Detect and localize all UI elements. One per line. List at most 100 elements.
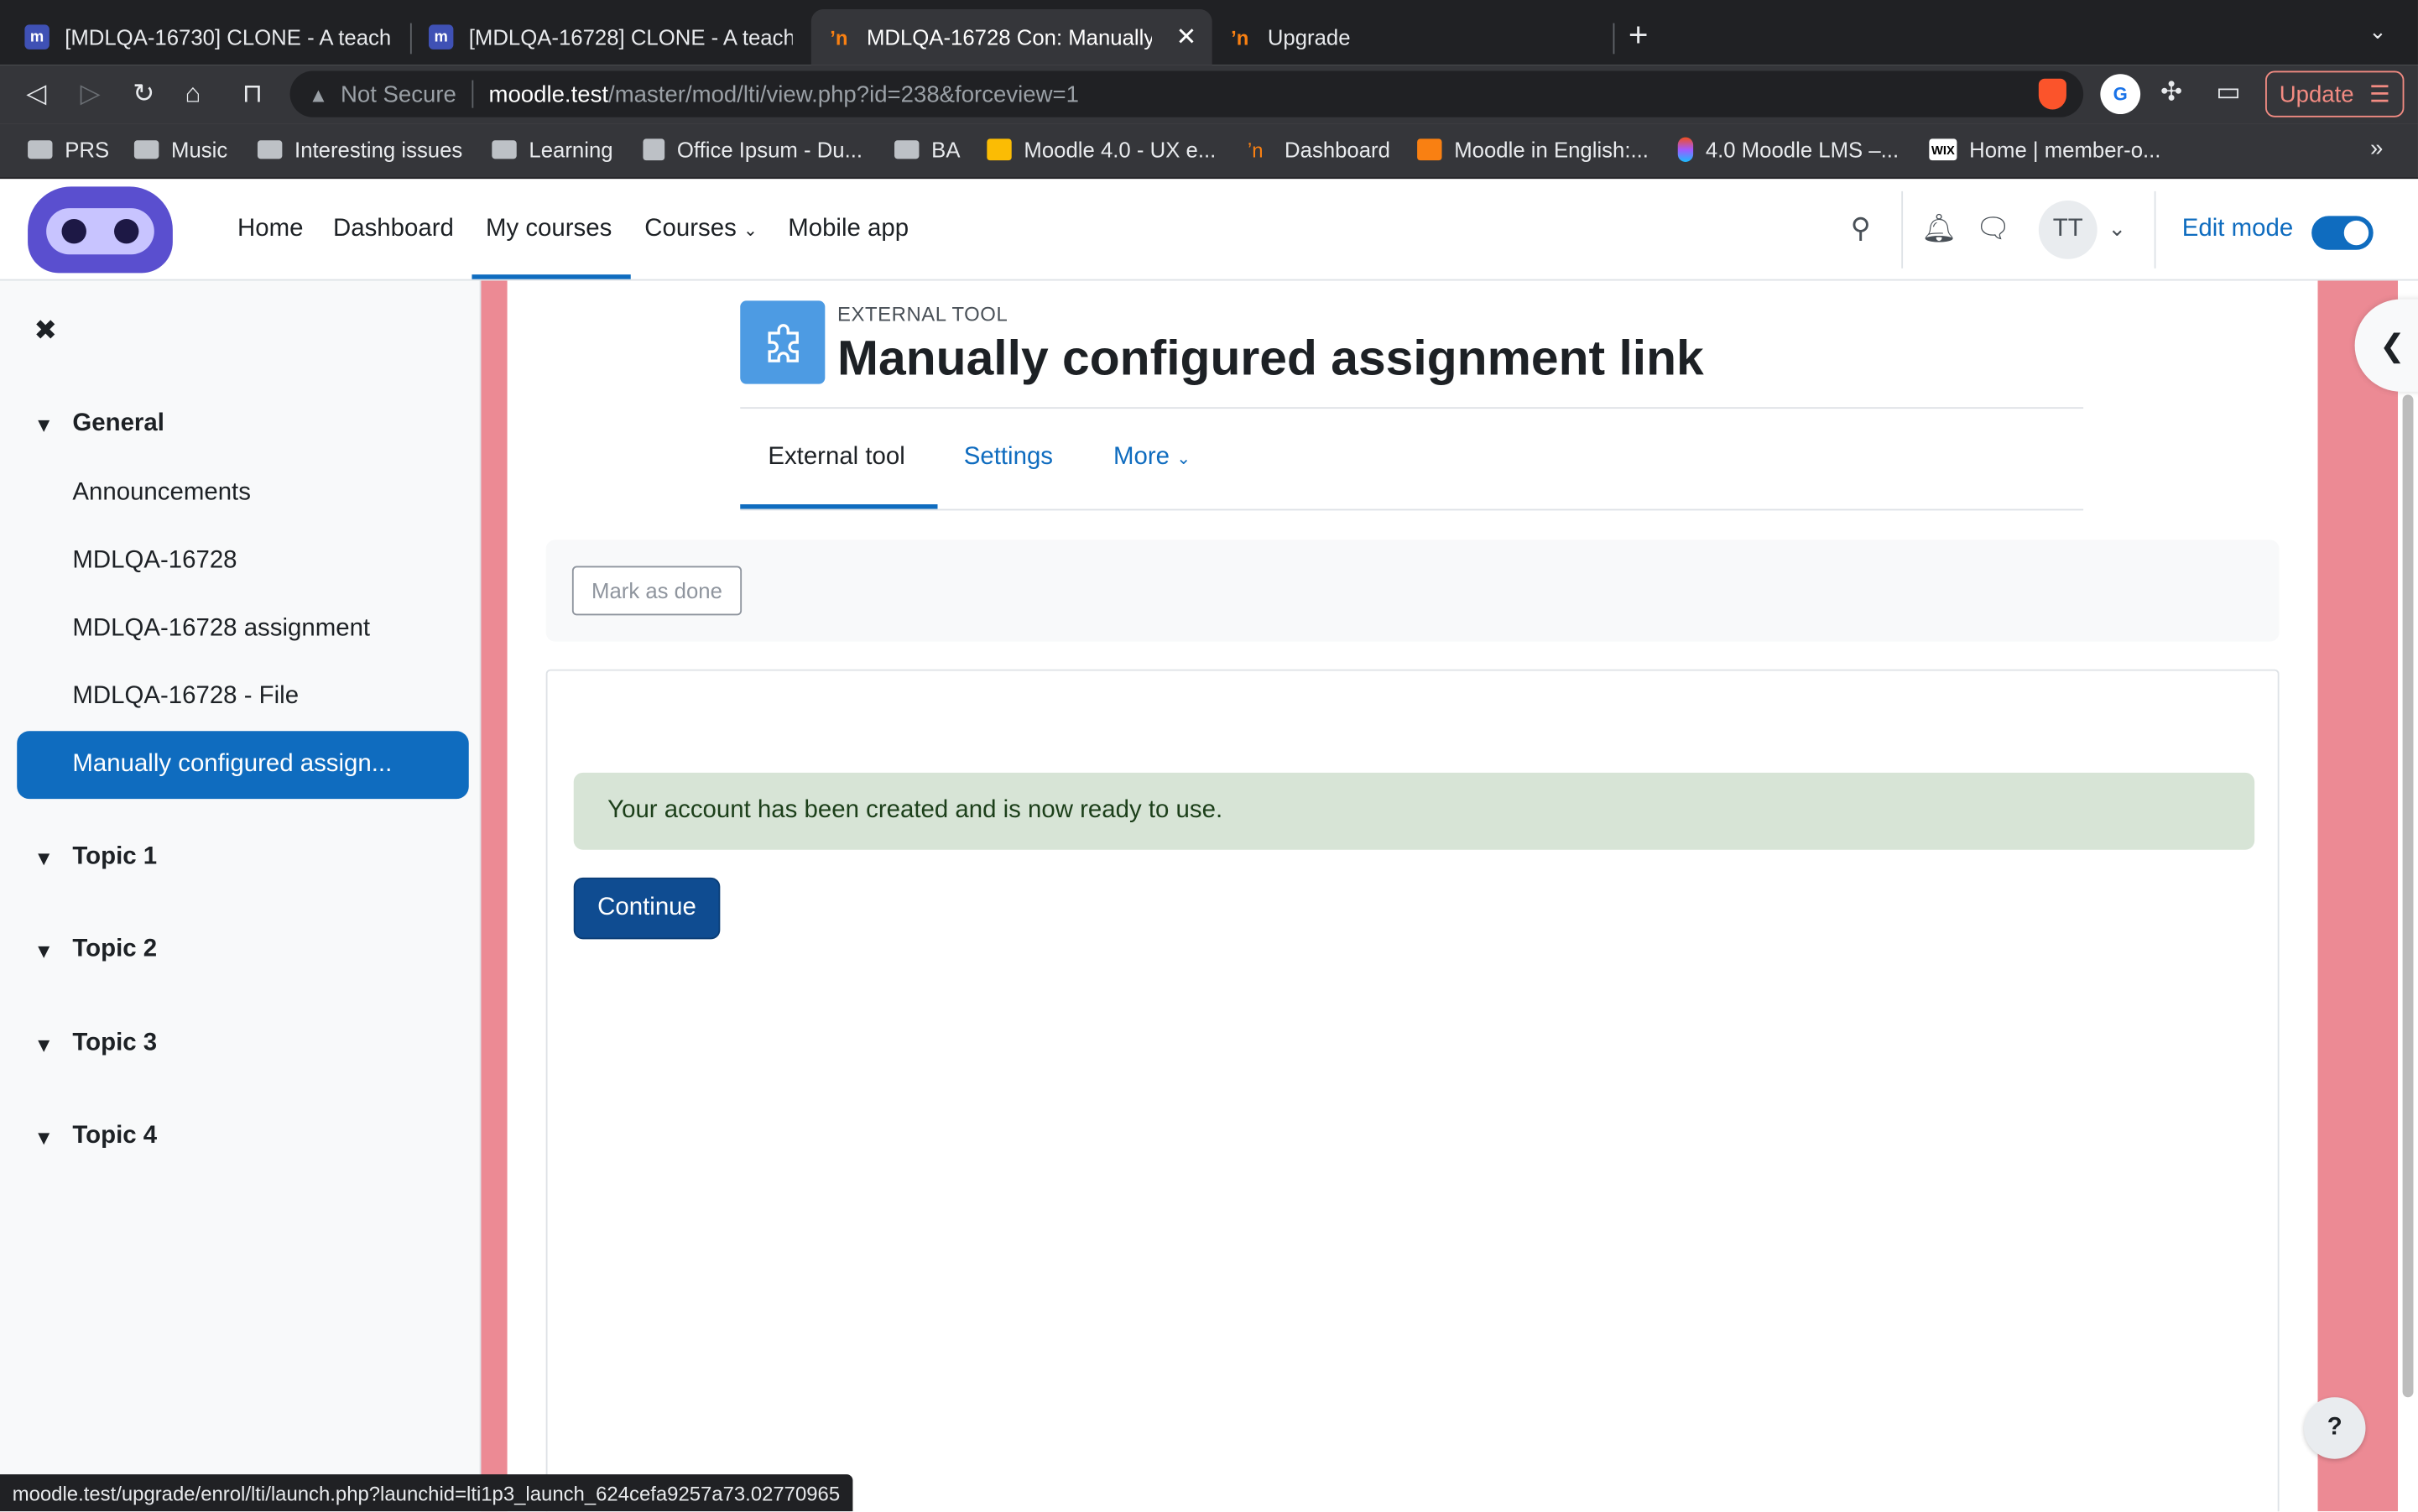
help-button[interactable]: ? [2303,1397,2366,1459]
bookmark-item[interactable]: Office Ipsum - Du... [643,138,862,162]
bookmark-label: Interesting issues [294,137,463,162]
section-title: Topic 1 [72,843,158,870]
browser-tab-active[interactable]: ʼn MDLQA-16728 Con: Manually c ✕ [810,9,1212,65]
mark-as-done-button[interactable]: Mark as done [571,566,743,616]
close-tab-icon[interactable]: ✕ [1164,22,1197,53]
course-index-item[interactable]: MDLQA-16728 assignment [72,615,370,643]
tab-separator [409,23,412,55]
browser-tab[interactable]: m [MDLQA-16730] CLONE - A teacher [9,9,407,65]
chevron-down-icon[interactable]: ▼ [34,938,72,962]
bookmark-item[interactable]: 4.0 Moodle LMS –... [1677,137,1899,162]
tab-title: [MDLQA-16730] CLONE - A teacher [65,24,392,50]
search-icon[interactable]: ⚲ [1851,213,1871,246]
page-icon [643,138,665,161]
logo-face [46,208,154,255]
chevron-down-icon[interactable]: ▼ [34,1033,72,1056]
logo-eye [114,218,139,244]
section-title: Topic 4 [72,1123,158,1150]
bookmark-item[interactable]: WIX Home | member-o... [1929,138,2160,162]
back-icon[interactable]: ◁ [26,79,46,110]
folder-icon [28,140,53,159]
bookmark-label: 4.0 Moodle LMS –... [1705,137,1899,162]
secondary-nav-divider [740,508,2084,511]
new-tab-button[interactable]: + [1629,15,1649,55]
wallet-icon[interactable]: ▭ [2216,77,2241,108]
nav-my-courses[interactable]: My courses [486,216,612,243]
nav-dashboard[interactable]: Dashboard [333,216,454,243]
user-menu-chevron-icon[interactable]: ⌄ [2108,216,2127,242]
bookmark-item[interactable]: Interesting issues [257,137,463,162]
bookmark-item[interactable]: PRS [28,138,109,162]
chevron-down-icon[interactable]: ▼ [34,846,72,869]
section-general[interactable]: ▼ General [34,410,164,438]
tab-title: Upgrade [1267,24,1351,50]
brave-shields-icon[interactable] [2038,78,2066,110]
messages-icon[interactable]: 🗨︎ [1975,213,2010,246]
bookmark-item[interactable]: ʼn Dashboard [1248,138,1390,162]
folder-icon [133,140,159,159]
bookmarks-overflow-icon[interactable]: » [2370,136,2383,162]
forward-icon[interactable]: ▷ [81,79,101,110]
course-index-item[interactable]: MDLQA-16728 - File [72,683,299,711]
logo-eye [61,218,86,244]
course-index-item[interactable]: MDLQA-16728 [72,547,237,575]
browser-tab[interactable]: m [MDLQA-16728] CLONE - A teacher [414,9,809,65]
activity-type-label: EXTERNAL TOOL [837,302,1008,326]
nav-active-indicator [472,274,631,279]
tool-content-box: Your account has been created and is now… [545,669,2280,1512]
bookmark-item[interactable]: Learning [492,138,613,162]
security-label: Not Secure [340,81,456,107]
update-label: Update [2279,81,2354,107]
section-topic-4[interactable]: ▼ Topic 4 [34,1123,157,1150]
notifications-bell-icon[interactable]: 🔔︎ [1921,213,1957,246]
home-icon[interactable]: ⌂ [185,79,201,110]
nav-home[interactable]: Home [237,216,303,243]
section-topic-3[interactable]: ▼ Topic 3 [34,1030,157,1058]
bookmark-icon[interactable]: ⊓ [242,79,263,110]
edit-mode-toggle[interactable] [2311,216,2374,250]
browser-tab[interactable]: ʼn Upgrade [1212,9,1613,65]
nav-courses[interactable]: Courses ⌄ [644,216,758,243]
section-title: Topic 3 [72,1030,158,1057]
bookmark-item[interactable]: Music [133,138,227,162]
chevron-down-icon[interactable]: ▼ [34,413,72,436]
tab-more[interactable]: More ⌄ [1113,444,1191,472]
address-bar[interactable]: ▲ Not Secure moodle.test/master/mod/lti/… [289,70,2084,117]
tab-search-icon[interactable]: ⌄ [2368,18,2387,44]
site-logo[interactable] [28,186,173,274]
nav-mobile-app[interactable]: Mobile app [788,216,909,243]
tab-title: MDLQA-16728 Con: Manually c [866,24,1152,50]
app-viewport: m [MDLQA-16730] CLONE - A teacher m [MDL… [0,0,2418,1512]
translate-extension-icon[interactable]: G [2100,74,2141,115]
main-region: EXTERNAL TOOL Manually configured assign… [507,280,2318,1512]
section-topic-1[interactable]: ▼ Topic 1 [34,843,157,871]
moodle-favicon-icon: ʼn [830,25,848,49]
update-button[interactable]: Update ☰ [2265,70,2405,117]
course-index-drawer: ✖ ▼ General Announcements MDLQA-16728 MD… [0,280,482,1512]
user-avatar[interactable]: TT [2038,200,2098,259]
success-alert: Your account has been created and is now… [573,772,2255,850]
tab-external-tool[interactable]: External tool [768,444,904,472]
continue-button[interactable]: Continue [573,877,721,940]
edit-mode-band-left [481,280,508,1512]
scrollbar-thumb[interactable] [2402,394,2414,1398]
chevron-down-icon[interactable]: ▼ [34,1125,72,1149]
warning-icon: ▲ [308,82,329,106]
tab-title: [MDLQA-16728] CLONE - A teacher [468,24,793,50]
section-topic-2[interactable]: ▼ Topic 2 [34,936,157,964]
bookmark-item[interactable]: Moodle 4.0 - UX e... [987,138,1216,162]
page-scrollbar[interactable] [2398,280,2418,1512]
bookmark-item[interactable]: BA [894,138,960,162]
bookmark-label: Moodle in English:... [1454,137,1649,162]
browser-toolbar: ◁ ▷ ↻ ⌂ ⊓ ▲ Not Secure moodle.test/maste… [0,65,2418,124]
bookmark-item[interactable]: Moodle in English:... [1417,138,1649,162]
close-drawer-icon[interactable]: ✖ [34,315,57,347]
toggle-knob [2343,220,2369,246]
course-index-item[interactable]: Announcements [72,480,251,508]
slides-icon [987,138,1012,161]
extensions-puzzle-icon[interactable]: ✣ [2160,77,2182,108]
tab-settings[interactable]: Settings [964,444,1053,472]
course-index-item-active[interactable]: Manually configured assign... [17,731,469,800]
moodle-favicon-icon: ʼn [1231,25,1249,49]
reload-icon[interactable]: ↻ [133,79,154,110]
